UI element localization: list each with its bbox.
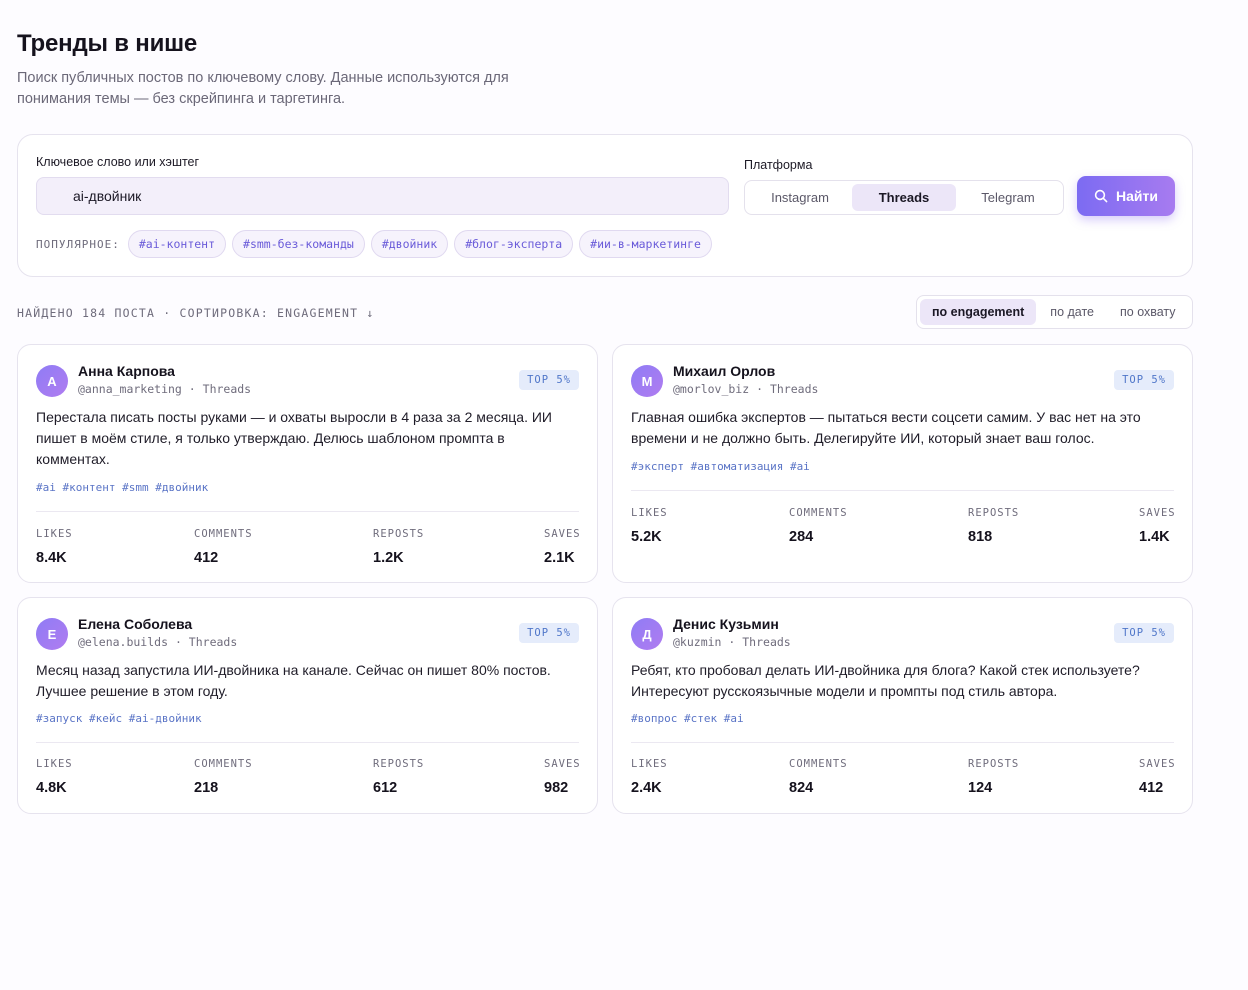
page-subtitle: Поиск публичных постов по ключевому слов… bbox=[17, 70, 509, 107]
author-name: Денис Кузьмин bbox=[673, 616, 779, 632]
sort-option-reach[interactable]: по охвату bbox=[1108, 299, 1188, 325]
post-card[interactable]: М Михаил Орлов @morlov_biz · Threads TOP… bbox=[612, 344, 1193, 583]
popular-tag-chip[interactable]: #двойник bbox=[370, 230, 449, 258]
divider bbox=[631, 742, 1174, 743]
author-handle: @elena.builds bbox=[78, 635, 169, 649]
post-card[interactable]: А Анна Карпова @anna_marketing · Threads… bbox=[17, 344, 598, 583]
divider bbox=[36, 742, 579, 743]
author-name: Елена Соболева bbox=[78, 616, 193, 632]
popular-tags: ПОПУЛЯРНОЕ: #ai-контент #smm-без-команды… bbox=[36, 229, 712, 259]
top-badge: TOP 5% bbox=[1114, 623, 1174, 643]
metric-saves: SAVES 412 bbox=[1139, 758, 1176, 796]
popular-tag-chip[interactable]: #ai-контент bbox=[127, 230, 227, 258]
platform-option-instagram[interactable]: Instagram bbox=[748, 184, 852, 211]
top-badge: TOP 5% bbox=[519, 623, 579, 643]
metric-reposts: REPOSTS 1.2K bbox=[373, 528, 425, 566]
sort-option-engagement[interactable]: по engagement bbox=[920, 299, 1037, 325]
post-text: Ребят, кто пробовал делать ИИ-двойника д… bbox=[631, 662, 1140, 699]
popular-label: ПОПУЛЯРНОЕ: bbox=[36, 237, 120, 251]
post-tags: #эксперт #автоматизация #ai bbox=[631, 460, 810, 473]
post-text: Главная ошибка экспертов — пытаться вест… bbox=[631, 409, 1141, 446]
metric-comments: COMMENTS 412 bbox=[194, 528, 253, 566]
post-card[interactable]: Д Денис Кузьмин @kuzmin · Threads TOP 5%… bbox=[612, 597, 1193, 814]
metric-saves: SAVES 982 bbox=[544, 758, 581, 796]
platform-option-threads[interactable]: Threads bbox=[852, 184, 956, 211]
sort-option-date[interactable]: по дате bbox=[1038, 299, 1106, 325]
avatar: Д bbox=[631, 618, 663, 650]
platform-selector: Instagram Threads Telegram bbox=[744, 180, 1064, 215]
find-button-label: Найти bbox=[1116, 188, 1158, 204]
metric-reposts: REPOSTS 612 bbox=[373, 758, 425, 796]
post-tags: #ai #контент #smm #двойник bbox=[36, 481, 209, 494]
post-platform: Threads bbox=[188, 635, 238, 649]
search-icon bbox=[1094, 189, 1108, 203]
author-meta: @kuzmin · Threads bbox=[673, 635, 791, 649]
divider bbox=[631, 490, 1174, 491]
metric-comments: COMMENTS 824 bbox=[789, 758, 848, 796]
post-tags: #запуск #кейс #ai-двойник bbox=[36, 712, 202, 725]
post-platform: Threads bbox=[742, 635, 791, 649]
metric-saves: SAVES 2.1K bbox=[544, 528, 581, 566]
metric-saves: SAVES 1.4K bbox=[1139, 507, 1176, 545]
metric-likes: LIKES 4.8K bbox=[36, 758, 73, 796]
avatar: Е bbox=[36, 618, 68, 650]
avatar: М bbox=[631, 365, 663, 397]
platform-option-telegram[interactable]: Telegram bbox=[956, 184, 1060, 211]
metric-likes: LIKES 5.2K bbox=[631, 507, 668, 545]
author-name: Анна Карпова bbox=[78, 363, 175, 379]
keyword-input[interactable] bbox=[36, 177, 729, 215]
post-text: Перестала писать посты руками — и охваты… bbox=[36, 409, 552, 467]
author-name: Михаил Орлов bbox=[673, 363, 776, 379]
metric-comments: COMMENTS 284 bbox=[789, 507, 848, 545]
top-badge: TOP 5% bbox=[1114, 370, 1174, 390]
find-button[interactable]: Найти bbox=[1077, 176, 1175, 216]
author-meta: @anna_marketing · Threads bbox=[78, 382, 252, 396]
page-title: Тренды в нише bbox=[17, 30, 198, 57]
metric-likes: LIKES 8.4K bbox=[36, 528, 73, 566]
metric-reposts: REPOSTS 818 bbox=[968, 507, 1020, 545]
results-summary: НАЙДЕНО 184 ПОСТА · СОРТИРОВКА: ENGAGEME… bbox=[17, 306, 375, 320]
author-handle: @anna_marketing bbox=[78, 382, 182, 396]
metric-likes: LIKES 2.4K bbox=[631, 758, 668, 796]
author-handle: @morlov_biz bbox=[673, 382, 750, 396]
avatar: А bbox=[36, 365, 68, 397]
metric-reposts: REPOSTS 124 bbox=[968, 758, 1020, 796]
divider bbox=[36, 511, 579, 512]
author-meta: @elena.builds · Threads bbox=[78, 635, 238, 649]
platform-label: Платформа bbox=[744, 158, 813, 172]
author-meta: @morlov_biz · Threads bbox=[673, 382, 819, 396]
top-badge: TOP 5% bbox=[519, 370, 579, 390]
metric-comments: COMMENTS 218 bbox=[194, 758, 253, 796]
popular-tag-chip[interactable]: #smm-без-команды bbox=[232, 230, 365, 258]
popular-tag-chip[interactable]: #ии-в-маркетинге bbox=[579, 230, 712, 258]
post-card[interactable]: Е Елена Соболева @elena.builds · Threads… bbox=[17, 597, 598, 814]
popular-tag-chip[interactable]: #блог-эксперта bbox=[454, 230, 574, 258]
post-text: Месяц назад запустила ИИ-двойника на кан… bbox=[36, 662, 551, 699]
post-tags: #вопрос #стек #ai bbox=[631, 712, 744, 725]
author-handle: @kuzmin bbox=[673, 635, 722, 649]
keyword-label: Ключевое слово или хэштег bbox=[36, 155, 200, 169]
post-platform: Threads bbox=[769, 382, 819, 396]
sort-selector: по engagement по дате по охвату bbox=[916, 295, 1193, 329]
post-platform: Threads bbox=[202, 382, 252, 396]
search-panel: Ключевое слово или хэштег Платформа Inst… bbox=[17, 134, 1193, 277]
